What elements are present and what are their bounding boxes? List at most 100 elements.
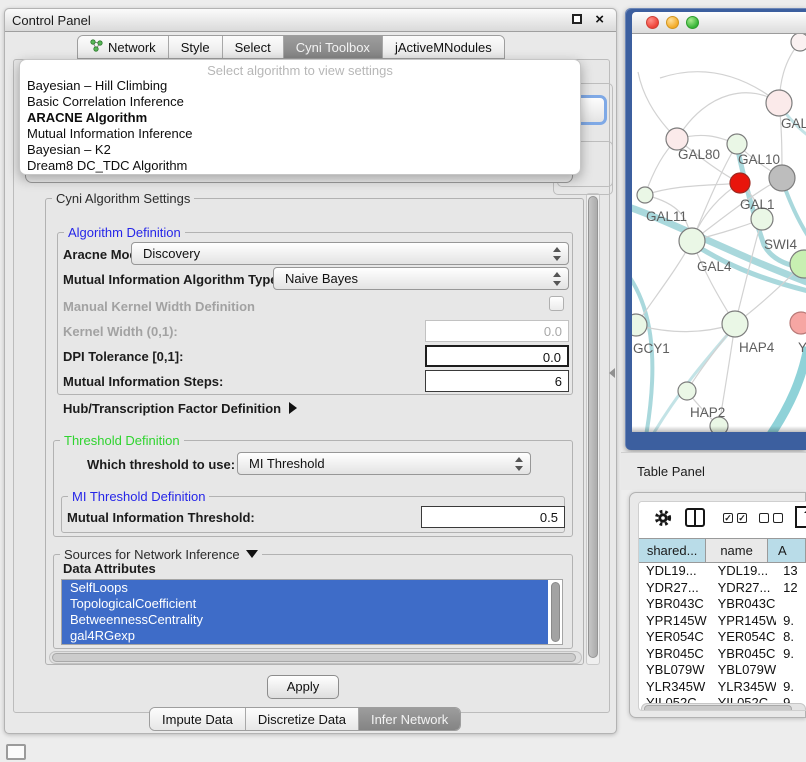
column-header-partial[interactable]: A <box>768 539 806 562</box>
tab-jactivemnodules-label: jActiveMNodules <box>395 40 492 55</box>
algorithm-dropdown-hint: Select algorithm to view settings <box>20 60 580 78</box>
manual-kernel-checkbox[interactable] <box>549 296 564 311</box>
network-canvas[interactable]: GAL GAL80 GAL10 GAL1 GAL11 SWI4 GAL4 GCY… <box>632 34 806 432</box>
tab-select-label: Select <box>235 40 271 55</box>
tab-cyni-toolbox[interactable]: Cyni Toolbox <box>283 36 382 58</box>
deselect-all-icon[interactable] <box>759 513 783 523</box>
settings-scrollbar-thumb[interactable] <box>588 196 598 658</box>
table-row[interactable]: YBR043C YBR043C <box>639 596 806 613</box>
mi-steps-field[interactable]: 6 <box>425 370 569 392</box>
aracne-mode-select[interactable]: Discovery <box>131 242 569 265</box>
tab-cyni-toolbox-label: Cyni Toolbox <box>296 40 370 55</box>
node-salmon[interactable] <box>790 312 806 334</box>
label-hap2: HAP2 <box>690 405 725 420</box>
hub-definition-toggle[interactable]: Hub/Transcription Factor Definition <box>63 401 297 416</box>
table-row[interactable]: YPR145W YPR145W 9. <box>639 613 806 630</box>
stepper-icon <box>553 272 561 286</box>
apply-button[interactable]: Apply <box>267 675 339 699</box>
list-item-topologicalcoefficient[interactable]: TopologicalCoefficient <box>62 596 548 612</box>
tab-impute-data[interactable]: Impute Data <box>150 708 245 730</box>
document-icon[interactable] <box>795 506 806 528</box>
algorithm-dropdown-popup: Select algorithm to view settings Bayesi… <box>19 59 581 175</box>
kernel-width-field[interactable]: 0.0 <box>425 320 569 342</box>
node-top-partial[interactable] <box>791 34 806 51</box>
table-row[interactable]: YLR345W YLR345W 9. <box>639 679 806 696</box>
algorithm-option-aracne[interactable]: ARACNE Algorithm <box>20 110 580 126</box>
node-gal10[interactable] <box>727 134 747 154</box>
dpi-tolerance-field[interactable]: 0.0 <box>425 345 569 367</box>
settings-scrollbar[interactable] <box>586 193 600 665</box>
tab-discretize-data[interactable]: Discretize Data <box>245 708 358 730</box>
network-view-window: GAL GAL80 GAL10 GAL1 GAL11 SWI4 GAL4 GCY… <box>625 8 806 450</box>
mi-threshold-label: Mutual Information Threshold: <box>67 510 255 525</box>
list-item-selfloops[interactable]: SelfLoops <box>62 580 548 596</box>
kernel-width-label: Kernel Width (0,1): <box>63 324 178 339</box>
tab-style-label: Style <box>181 40 210 55</box>
node-hap2[interactable] <box>678 382 696 400</box>
gear-icon[interactable] <box>653 508 673 533</box>
tab-infer-network-label: Infer Network <box>371 712 448 727</box>
table-row[interactable]: YBL079W YBL079W <box>639 662 806 679</box>
node-gal-partial[interactable] <box>766 90 792 116</box>
tab-discretize-data-label: Discretize Data <box>258 712 346 727</box>
traffic-light-minimize-icon[interactable] <box>666 16 679 29</box>
node-red[interactable] <box>730 173 750 193</box>
aracne-mode-value: Discovery <box>143 246 200 261</box>
table-row[interactable]: YIL052C YIL052C 9. <box>639 695 806 703</box>
algorithm-option-mutual-information[interactable]: Mutual Information Inference <box>20 126 580 142</box>
stepper-icon <box>515 457 523 471</box>
sources-legend[interactable]: Sources for Network Inference <box>60 547 262 562</box>
list-item-gal4rgexp[interactable]: gal4RGexp <box>62 628 548 644</box>
node-gray[interactable] <box>769 165 795 191</box>
panel-divider-grip[interactable] <box>609 368 615 378</box>
which-threshold-select[interactable]: MI Threshold <box>237 452 531 475</box>
tab-select[interactable]: Select <box>222 36 283 58</box>
columns-icon[interactable] <box>685 508 705 527</box>
chevron-down-icon <box>246 550 258 558</box>
cyni-mode-tabs: Impute Data Discretize Data Infer Networ… <box>149 707 461 731</box>
tab-network[interactable]: Network <box>78 36 168 58</box>
algorithm-option-bayesian-hill-climbing[interactable]: Bayesian – Hill Climbing <box>20 78 580 94</box>
column-header-name[interactable]: name <box>706 539 768 562</box>
tab-style[interactable]: Style <box>168 36 222 58</box>
algorithm-option-bayesian-k2[interactable]: Bayesian – K2 <box>20 142 580 158</box>
table-hscrollbar[interactable] <box>641 703 806 711</box>
floating-palette-icon[interactable] <box>6 744 26 760</box>
table-row[interactable]: YBR045C YBR045C 9. <box>639 646 806 663</box>
algorithm-option-basic-correlation[interactable]: Basic Correlation Inference <box>20 94 580 110</box>
mi-type-label: Mutual Information Algorithm Type: <box>63 272 282 287</box>
column-header-shared-name[interactable]: shared... <box>639 539 706 562</box>
label-y-partial: Y <box>798 340 806 355</box>
traffic-light-zoom-icon[interactable] <box>686 16 699 29</box>
which-threshold-label: Which threshold to use: <box>87 457 235 472</box>
node-hap4[interactable] <box>722 311 748 337</box>
label-gal10: GAL10 <box>738 152 780 167</box>
label-gal4: GAL4 <box>697 259 732 274</box>
label-swi4: SWI4 <box>764 237 797 252</box>
list-item-partial[interactable] <box>62 644 548 645</box>
tab-jactivemnodules[interactable]: jActiveMNodules <box>382 36 504 58</box>
stepper-icon <box>553 247 561 261</box>
table-row[interactable]: YDL19... YDL19... 13 <box>639 563 806 580</box>
traffic-light-close-icon[interactable] <box>646 16 659 29</box>
data-attributes-label: Data Attributes <box>63 561 156 576</box>
tab-infer-network[interactable]: Infer Network <box>358 708 460 730</box>
table-panel-inner: ✓✓ shared... name A YDL19... YDL19... 13 <box>638 501 806 711</box>
table-row[interactable]: YDR27... YDR27... 12 <box>639 580 806 597</box>
table-row[interactable]: YER054C YER054C 8. <box>639 629 806 646</box>
mi-type-select[interactable]: Naive Bayes <box>273 267 569 290</box>
window-close-icon[interactable]: × <box>595 10 604 30</box>
list-item-betweennesscentrality[interactable]: BetweennessCentrality <box>62 612 548 628</box>
control-panel-window: Control Panel × Network <box>4 8 617 734</box>
mi-threshold-field[interactable]: 0.5 <box>421 506 565 528</box>
node-gal4[interactable] <box>679 228 705 254</box>
node-gal11[interactable] <box>637 187 653 203</box>
table-hscrollbar-thumb[interactable] <box>644 705 792 711</box>
algorithm-option-dream8[interactable]: Dream8 DC_TDC Algorithm <box>20 158 580 174</box>
attributes-hscrollbar-thumb[interactable] <box>52 653 576 662</box>
select-all-icon[interactable]: ✓✓ <box>723 513 747 523</box>
attributes-hscrollbar[interactable] <box>49 651 582 664</box>
network-window-titlebar <box>632 12 806 34</box>
window-float-icon[interactable] <box>572 14 582 24</box>
attributes-scrollbar-thumb[interactable] <box>551 582 560 642</box>
